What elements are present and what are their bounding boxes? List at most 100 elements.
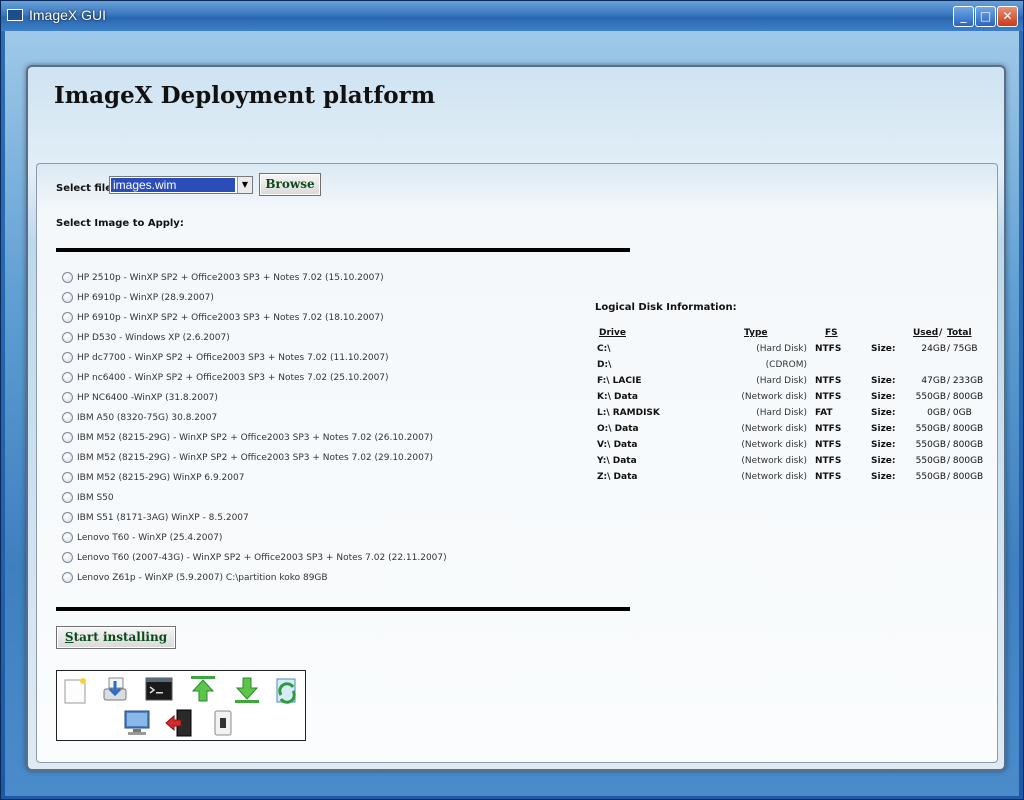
radio-button[interactable]: [62, 412, 73, 423]
file-dropdown[interactable]: images.wim ▼: [109, 176, 253, 194]
maximize-button[interactable]: □: [975, 6, 996, 27]
image-option[interactable]: IBM M52 (8215-29G) WinXP 6.9.2007: [62, 468, 622, 488]
usb-drive-icon[interactable]: [209, 709, 237, 737]
image-option[interactable]: HP D530 - Windows XP (2.6.2007): [62, 328, 622, 348]
new-document-icon[interactable]: [61, 677, 89, 705]
disk-type: (Network disk): [741, 440, 807, 450]
close-button[interactable]: ✕: [997, 6, 1018, 27]
radio-button[interactable]: [62, 432, 73, 443]
header-fs: FS: [825, 328, 838, 338]
file-dropdown-value: images.wim: [111, 178, 235, 192]
disk-total: / 800GB: [947, 456, 984, 466]
install-download-icon[interactable]: [101, 675, 129, 703]
disk-fs: NTFS: [815, 392, 842, 402]
disk-total-value: 800GB: [952, 472, 984, 482]
radio-button[interactable]: [62, 312, 73, 323]
disk-total: / 0GB: [947, 408, 972, 418]
image-option[interactable]: HP 2510p - WinXP SP2 + Office2003 SP3 + …: [62, 268, 622, 288]
disk-row: V:\ Data (Network disk) NTFS Size: 550GB…: [597, 440, 983, 456]
radio-button[interactable]: [62, 512, 73, 523]
image-option-label: IBM M52 (8215-29G) - WinXP SP2 + Office2…: [77, 453, 434, 463]
radio-button[interactable]: [62, 532, 73, 543]
select-image-label: Select Image to Apply:: [56, 218, 184, 229]
image-option[interactable]: IBM S51 (8171-3AG) WinXP - 8.5.2007: [62, 508, 622, 528]
image-option[interactable]: IBM A50 (8320-75G) 30.8.2007: [62, 408, 622, 428]
disk-row: F:\ LACIE (Hard Disk) NTFS Size: 47GB / …: [597, 376, 983, 392]
image-option[interactable]: HP 6910p - WinXP SP2 + Office2003 SP3 + …: [62, 308, 622, 328]
radio-button[interactable]: [62, 572, 73, 583]
disk-type: (Network disk): [741, 424, 807, 434]
radio-button[interactable]: [62, 332, 73, 343]
disk-drive: D:\: [597, 360, 612, 370]
image-option-label: HP nc6400 - WinXP SP2 + Office2003 SP3 +…: [77, 373, 389, 383]
disk-row: Y:\ Data (Network disk) NTFS Size: 550GB…: [597, 456, 983, 472]
radio-button[interactable]: [62, 292, 73, 303]
disk-used: 550GB: [915, 472, 946, 482]
disk-drive: O:\ Data: [597, 424, 639, 434]
radio-button[interactable]: [62, 452, 73, 463]
network-computer-icon[interactable]: [123, 709, 151, 737]
disk-type: (Hard Disk): [756, 376, 807, 386]
disk-size-label: Size:: [871, 408, 896, 418]
radio-button[interactable]: [62, 372, 73, 383]
window-icon: [7, 9, 23, 21]
disk-type: (Hard Disk): [756, 408, 807, 418]
disk-drive: C:\: [597, 344, 611, 354]
disk-total-value: 800GB: [952, 456, 984, 466]
command-prompt-icon[interactable]: [145, 675, 173, 703]
image-option[interactable]: IBM M52 (8215-29G) - WinXP SP2 + Office2…: [62, 428, 622, 448]
disk-drive: Y:\ Data: [597, 456, 637, 466]
image-option[interactable]: IBM S50: [62, 488, 622, 508]
disk-row: D:\ (CDROM): [597, 360, 977, 376]
download-arrow-icon[interactable]: [233, 677, 261, 705]
radio-button[interactable]: [62, 552, 73, 563]
image-option[interactable]: IBM M52 (8215-29G) - WinXP SP2 + Office2…: [62, 448, 622, 468]
minimize-button[interactable]: _: [953, 6, 974, 27]
start-hotkey: S: [64, 630, 74, 644]
disk-fs: NTFS: [815, 472, 842, 482]
radio-button[interactable]: [62, 472, 73, 483]
divider-top: [56, 248, 630, 252]
browse-button[interactable]: Browse: [259, 173, 321, 196]
image-option-label: HP D530 - Windows XP (2.6.2007): [77, 333, 230, 343]
image-option-label: IBM S51 (8171-3AG) WinXP - 8.5.2007: [77, 513, 249, 523]
radio-button[interactable]: [62, 492, 73, 503]
disk-total-value: 800GB: [952, 424, 984, 434]
disk-total: / 800GB: [947, 440, 984, 450]
start-installing-button[interactable]: Start installing: [56, 626, 176, 649]
chevron-down-icon[interactable]: ▼: [237, 177, 252, 193]
image-option-label: Lenovo T60 (2007-43G) - WinXP SP2 + Offi…: [77, 553, 447, 563]
image-option[interactable]: Lenovo T60 (2007-43G) - WinXP SP2 + Offi…: [62, 548, 622, 568]
radio-button[interactable]: [62, 272, 73, 283]
image-option-label: IBM M52 (8215-29G) - WinXP SP2 + Office2…: [77, 433, 434, 443]
image-option[interactable]: HP nc6400 - WinXP SP2 + Office2003 SP3 +…: [62, 368, 622, 388]
disk-used: 0GB: [927, 408, 946, 418]
exit-door-icon[interactable]: [165, 709, 193, 737]
disk-fs: NTFS: [815, 456, 842, 466]
radio-button[interactable]: [62, 352, 73, 363]
disk-type: (Hard Disk): [756, 344, 807, 354]
disk-used: 550GB: [915, 392, 946, 402]
image-option[interactable]: Lenovo Z61p - WinXP (5.9.2007) C:\partit…: [62, 568, 622, 588]
disk-used: 47GB: [921, 376, 946, 386]
upload-arrow-icon[interactable]: [189, 675, 217, 703]
window-title: ImageX GUI: [29, 7, 107, 23]
select-file-label: Select file:: [56, 183, 117, 194]
header-used: Used: [913, 328, 939, 338]
disk-fs: NTFS: [815, 344, 842, 354]
radio-button[interactable]: [62, 392, 73, 403]
app-window: ImageX GUI _ □ ✕ ImageX Deployment platf…: [0, 0, 1024, 800]
image-option[interactable]: HP NC6400 -WinXP (31.8.2007): [62, 388, 622, 408]
image-option[interactable]: HP dc7700 - WinXP SP2 + Office2003 SP3 +…: [62, 348, 622, 368]
image-option[interactable]: HP 6910p - WinXP (28.9.2007): [62, 288, 622, 308]
refresh-document-icon[interactable]: [273, 677, 301, 705]
header-type: Type: [744, 328, 768, 338]
image-option[interactable]: Lenovo T60 - WinXP (25.4.2007): [62, 528, 622, 548]
image-option-label: HP 6910p - WinXP SP2 + Office2003 SP3 + …: [77, 313, 384, 323]
image-option-label: HP NC6400 -WinXP (31.8.2007): [77, 393, 218, 403]
client-area: ImageX Deployment platform Select file: …: [5, 31, 1019, 796]
main-panel: ImageX Deployment platform Select file: …: [26, 65, 1006, 771]
disk-drive: Z:\ Data: [597, 472, 638, 482]
title-bar[interactable]: ImageX GUI _ □ ✕: [1, 1, 1023, 31]
header-drive: Drive: [599, 328, 626, 338]
